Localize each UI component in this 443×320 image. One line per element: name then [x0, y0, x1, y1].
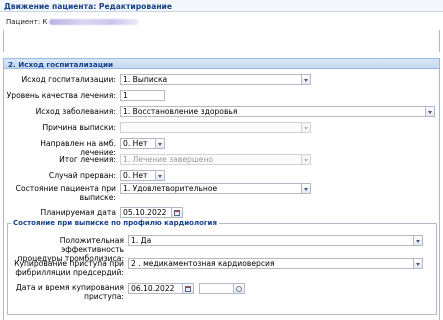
chevron-down-icon[interactable] [302, 74, 311, 85]
chevron-down-icon[interactable] [426, 106, 435, 117]
patient-name-redacted [49, 19, 140, 25]
section-border-right [439, 68, 440, 320]
af-relief-label-line2: фибрилляции предсердий: [15, 268, 124, 277]
treatment-result-combo[interactable]: 1. Лечение завершено [120, 154, 302, 165]
calendar-icon[interactable] [172, 207, 183, 218]
relief-time-input[interactable] [199, 283, 234, 294]
chevron-down-icon[interactable] [302, 183, 311, 194]
chevron-down-icon[interactable] [302, 154, 311, 165]
chevron-down-icon[interactable] [414, 235, 423, 246]
case-interrupted-combo[interactable]: 0. Нет [120, 170, 156, 181]
section-header-hospitalization-outcome[interactable]: 2. Исход госпитализации [3, 58, 440, 69]
window-title: Движение пациента: Редактирование [0, 0, 443, 12]
chevron-down-icon[interactable] [414, 258, 423, 269]
af-relief-label-line1: Купирование приступа при [14, 259, 124, 268]
cardiology-fieldset-legend: Состояние при выписке по профилю кардиол… [11, 219, 219, 227]
af-relief-combo[interactable]: 2 . медикаментозная кардиоверсия [128, 258, 414, 269]
disease-outcome-label: Исход заболевания: [35, 107, 116, 116]
discharge-state-label: Состояние пациента при выписке: [4, 184, 116, 202]
relief-date-input[interactable]: 06.10.2022 [128, 283, 183, 294]
outpatient-referral-combo[interactable]: 0. Нет [120, 138, 156, 149]
case-interrupted-label: Случай прерван: [48, 171, 116, 180]
panel-border-left [3, 30, 4, 52]
af-relief-label: Купирование приступа при фибрилляции пре… [10, 259, 124, 277]
discharge-reason-label: Причина выписки: [42, 123, 116, 132]
patient-name: К [42, 18, 48, 26]
discharge-state-label-line1: Состояние пациента при [15, 184, 116, 193]
relief-datetime-label: Дата и время купирования приступа: [10, 283, 124, 301]
treatment-quality-input[interactable]: 1 [120, 90, 165, 101]
chevron-down-icon[interactable] [156, 138, 165, 149]
patient-row: Пациент: К [6, 18, 140, 26]
discharge-state-label-line2: выписке: [79, 193, 116, 202]
chevron-down-icon[interactable] [156, 170, 165, 181]
treatment-result-label: Итог лечения: [59, 155, 116, 164]
planned-discharge-date-input[interactable]: 05.10.2022 [120, 207, 172, 218]
discharge-state-combo[interactable]: 1. Удовлетворительное [120, 183, 302, 194]
thrombolysis-label-line1: Положительная эффективность [59, 236, 124, 254]
treatment-quality-label: Уровень качества лечения: [6, 91, 116, 100]
relief-datetime-label-line1: Дата и время купирования [15, 283, 124, 292]
discharge-reason-combo[interactable] [120, 122, 302, 133]
chevron-down-icon[interactable] [302, 122, 311, 133]
disease-outcome-combo[interactable]: 1. Восстановление здоровья [120, 106, 426, 117]
thrombolysis-combo[interactable]: 1. Да [128, 235, 414, 246]
outcome-label: Исход госпитализации: [21, 75, 116, 84]
relief-datetime-label-line2: приступа: [84, 292, 124, 301]
panel-border-right [439, 30, 440, 52]
outcome-combo[interactable]: 1. Выписка [120, 74, 302, 85]
clock-icon[interactable] [234, 283, 245, 294]
calendar-icon[interactable] [183, 283, 194, 294]
patient-label: Пациент: [6, 18, 41, 26]
